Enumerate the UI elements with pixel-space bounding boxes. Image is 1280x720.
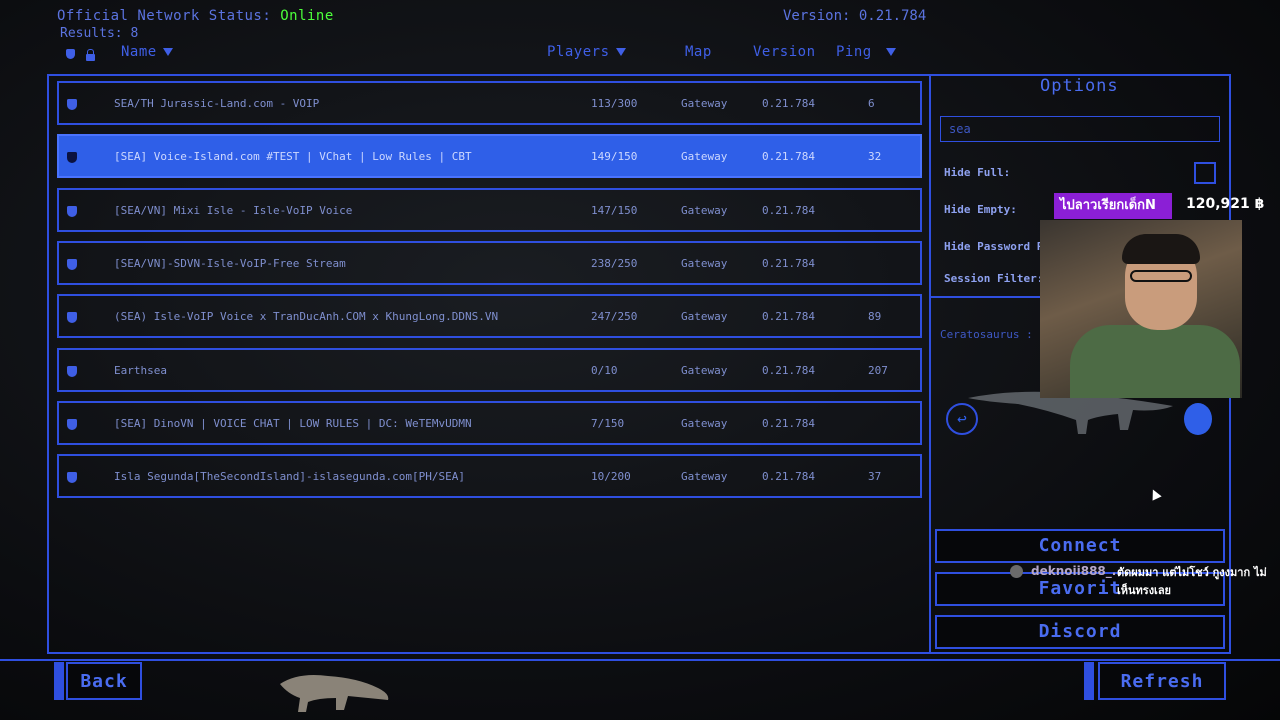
server-players: 7/150 [591, 417, 625, 430]
game-version: Version: 0.21.784 [783, 8, 927, 24]
server-players: 113/300 [591, 97, 638, 110]
network-status-value: Online [280, 8, 334, 24]
chat-username: deknoii888_.. [1031, 564, 1121, 578]
refresh-accent-strip [1084, 662, 1094, 700]
webcam-overlay [1040, 220, 1242, 398]
panel-divider [929, 76, 931, 652]
shield-icon [67, 99, 77, 110]
server-version: 0.21.784 [762, 257, 815, 270]
network-status: Official Network Status: Online [57, 8, 334, 24]
server-map: Gateway [681, 310, 728, 323]
server-players: 247/250 [591, 310, 638, 323]
server-version: 0.21.784 [762, 204, 815, 217]
server-players: 147/150 [591, 204, 638, 217]
server-map: Gateway [681, 470, 728, 483]
server-players: 238/250 [591, 257, 638, 270]
server-ping: 37 [868, 470, 882, 483]
server-row[interactable]: (SEA) Isle-VoIP Voice x TranDucAnh.COM x… [57, 294, 922, 338]
column-ping-label: Ping [836, 44, 872, 60]
server-version: 0.21.784 [762, 364, 815, 377]
sort-down-icon [615, 48, 626, 56]
column-name[interactable]: Name [121, 44, 173, 60]
back-accent-strip [54, 662, 64, 700]
shield-icon [67, 366, 77, 377]
column-map-label: Map [685, 44, 712, 60]
column-version-label: Version [753, 44, 816, 60]
column-version[interactable]: Version [753, 44, 816, 60]
column-map[interactable]: Map [685, 44, 712, 60]
shield-icon [67, 419, 77, 430]
server-players: 10/200 [591, 470, 631, 483]
server-name: [SEA] DinoVN | VOICE CHAT | LOW RULES | … [114, 417, 472, 430]
network-status-label: Official Network Status: [57, 8, 281, 24]
server-ping: 89 [868, 310, 882, 323]
server-version: 0.21.784 [762, 310, 815, 323]
server-ping: 6 [868, 97, 875, 110]
connect-button[interactable]: Connect [935, 529, 1225, 563]
server-version: 0.21.784 [762, 470, 815, 483]
server-row[interactable]: [SEA/VN]-SDVN-Isle-VoIP-Free Stream 238/… [57, 241, 922, 285]
server-name: [SEA] Voice-Island.com #TEST | VChat | L… [114, 150, 472, 163]
prev-dino-arrow-icon[interactable]: ↩ [946, 403, 978, 435]
search-input[interactable]: sea [940, 116, 1220, 142]
shield-icon [67, 312, 77, 323]
shield-icon [67, 206, 77, 217]
server-name: Isla Segunda[TheSecondIsland]-islasegund… [114, 470, 465, 483]
server-map: Gateway [681, 150, 728, 163]
server-ping: 32 [868, 150, 882, 163]
server-version: 0.21.784 [762, 97, 815, 110]
server-name: [SEA/VN]-SDVN-Isle-VoIP-Free Stream [114, 257, 346, 270]
server-map: Gateway [681, 204, 728, 217]
column-players[interactable]: Players [547, 44, 626, 60]
session-filter-label: Session Filter: [944, 272, 1044, 285]
server-row[interactable]: [SEA] DinoVN | VOICE CHAT | LOW RULES | … [57, 401, 922, 445]
hide-full-checkbox[interactable] [1194, 162, 1216, 184]
bottom-divider [0, 659, 1280, 661]
column-name-label: Name [121, 44, 157, 60]
shield-icon [67, 259, 77, 270]
server-ping: 207 [868, 364, 888, 377]
server-version: 0.21.784 [762, 150, 815, 163]
server-row[interactable]: SEA/TH Jurassic-Land.com - VOIP 113/300 … [57, 81, 922, 125]
server-map: Gateway [681, 364, 728, 377]
server-row[interactable]: [SEA/VN] Mixi Isle - Isle-VoIP Voice 147… [57, 188, 922, 232]
header-lock-icon[interactable] [86, 47, 95, 63]
donation-banner: ไปลาวเรียกเด็กN [1054, 193, 1172, 219]
refresh-button[interactable]: Refresh [1098, 662, 1226, 700]
hide-password-label: Hide Password P [944, 240, 1044, 253]
next-dino-arrow-icon[interactable] [1184, 403, 1212, 435]
server-row-selected[interactable]: [SEA] Voice-Island.com #TEST | VChat | L… [57, 134, 922, 178]
donation-amount: 120,921 ฿ [1186, 196, 1265, 212]
server-map: Gateway [681, 417, 728, 430]
server-name: [SEA/VN] Mixi Isle - Isle-VoIP Voice [114, 204, 353, 217]
server-name: SEA/TH Jurassic-Land.com - VOIP [114, 97, 320, 110]
sort-down-icon [885, 48, 896, 56]
lizard-decoration-image [280, 675, 389, 712]
server-row[interactable]: Isla Segunda[TheSecondIsland]-islasegund… [57, 454, 922, 498]
discord-button[interactable]: Discord [935, 615, 1225, 649]
server-map: Gateway [681, 257, 728, 270]
header-shield-icon[interactable] [66, 47, 75, 63]
options-title: Options [1040, 76, 1119, 96]
shield-icon [67, 152, 77, 163]
server-players: 149/150 [591, 150, 638, 163]
server-map: Gateway [681, 97, 728, 110]
server-version: 0.21.784 [762, 417, 815, 430]
server-name: Earthsea [114, 364, 167, 377]
server-name: (SEA) Isle-VoIP Voice x TranDucAnh.COM x… [114, 310, 499, 323]
back-button[interactable]: Back [66, 662, 142, 700]
hide-full-label: Hide Full: [944, 166, 1011, 179]
shield-icon [67, 472, 77, 483]
chat-message: ตัดผมมา แต่ไม่โชว์ กูงงมาก ไม่เห็นทรงเลย [1117, 566, 1267, 597]
column-ping[interactable]: Ping [836, 44, 896, 60]
chat-avatar [1010, 565, 1023, 578]
column-players-label: Players [547, 44, 610, 60]
dino-selector-label: Ceratosaurus : [940, 328, 1033, 341]
server-players: 0/10 [591, 364, 618, 377]
hide-empty-label: Hide Empty: [944, 203, 1017, 216]
sort-down-icon [162, 48, 173, 56]
server-row[interactable]: Earthsea 0/10 Gateway 0.21.784 207 [57, 348, 922, 392]
results-count: Results: 8 [60, 26, 139, 41]
